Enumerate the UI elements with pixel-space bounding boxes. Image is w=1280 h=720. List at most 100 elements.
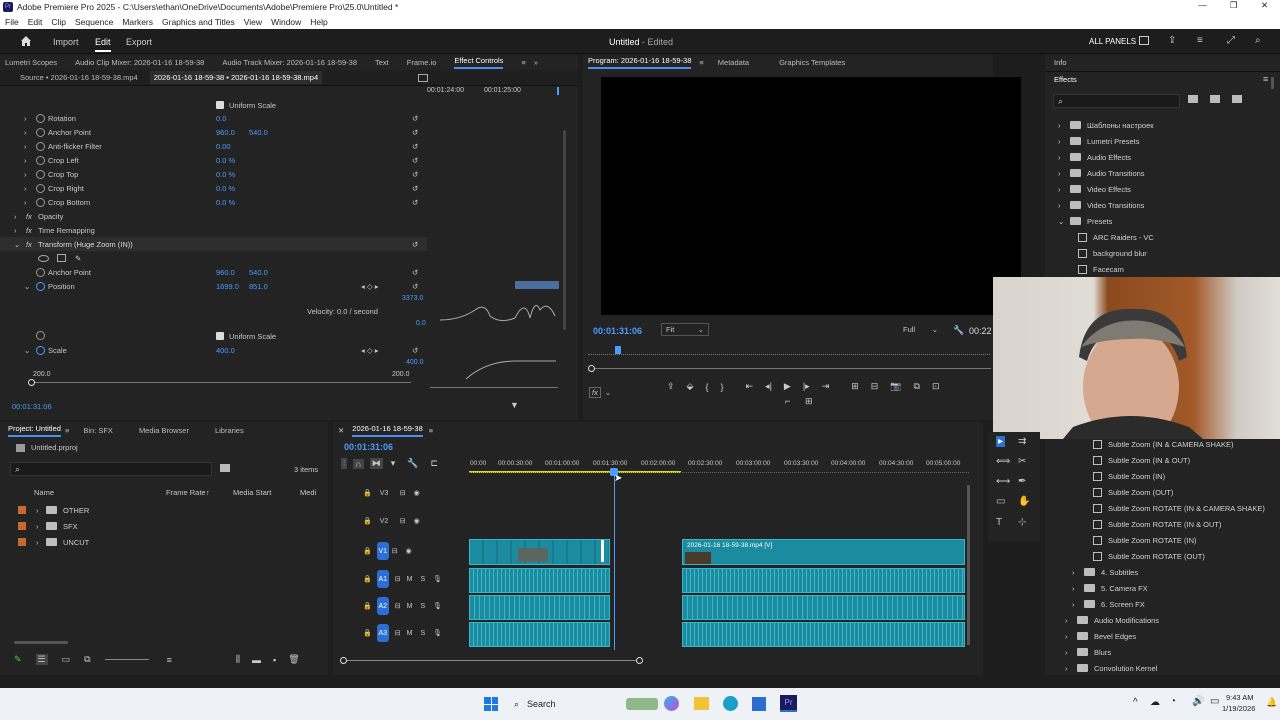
tab-frameio[interactable]: Frame.io — [407, 58, 437, 67]
sync-icon[interactable]: ⊟ — [400, 489, 406, 497]
tab-project[interactable]: Project: Untitled — [8, 424, 61, 437]
automate-icon[interactable]: ⫼ — [236, 654, 240, 665]
stopwatch-icon[interactable] — [36, 267, 45, 277]
mic-icon[interactable]: 🎙 — [433, 629, 442, 637]
tab-libraries[interactable]: Libraries — [215, 426, 244, 435]
settings-wrench-icon[interactable]: 🔧 — [407, 458, 418, 469]
fx-dropdown[interactable]: fx ⌄ — [589, 387, 611, 398]
project-hscrollbar[interactable] — [14, 641, 68, 644]
timeline-vscroll[interactable] — [967, 485, 970, 645]
notification-icon[interactable]: 🔔 — [1266, 697, 1277, 708]
reset-icon[interactable]: ↺ — [412, 128, 418, 137]
filter-icon[interactable]: ▼ — [510, 400, 519, 410]
compare-icon[interactable]: ⧉ — [914, 381, 920, 392]
track-select-icon[interactable]: ⇉ — [1018, 436, 1026, 447]
tab-effects[interactable]: Effects — [1054, 75, 1077, 84]
audio-clip-a3-1[interactable] — [469, 622, 610, 647]
store-icon[interactable] — [752, 697, 766, 711]
go-to-in-icon[interactable]: ⇤ — [746, 381, 754, 392]
panel-icon[interactable] — [1139, 36, 1149, 45]
timeline-playhead[interactable] — [614, 470, 615, 650]
sync-icon[interactable]: ⊟ — [400, 517, 406, 525]
sequence-menu-icon[interactable]: ≡ — [429, 426, 433, 435]
sync-icon[interactable]: ⊟ — [395, 575, 401, 583]
prop-value[interactable]: 0.0 % — [216, 170, 235, 179]
volume-icon[interactable]: 🔊 — [1192, 696, 1204, 707]
sync-icon[interactable]: ⊟ — [395, 629, 401, 637]
tree-item[interactable]: Subtle Zoom ROTATE (OUT) — [1045, 548, 1265, 564]
audio-clip-a3-2[interactable] — [682, 622, 965, 647]
tab-effect-controls[interactable]: Effect Controls — [454, 56, 504, 69]
prop-value[interactable]: 0.0 % — [216, 184, 235, 193]
tab-text[interactable]: Text — [375, 58, 389, 67]
stopwatch-icon[interactable] — [36, 281, 45, 291]
uniform-scale-checkbox[interactable] — [216, 101, 224, 109]
play-icon[interactable]: ▶ — [784, 381, 791, 392]
timeline-ruler[interactable]: 00:00 00:00:30:00 00:01:00:00 00:01:30:0… — [469, 458, 969, 478]
time-remapping-row[interactable]: › fx Time Remapping — [0, 223, 427, 237]
sequence-tab-label[interactable]: 2026-01-16 18-59-38 — [352, 424, 423, 437]
prop-value[interactable]: 0.0 — [216, 114, 226, 123]
tab-metadata[interactable]: Metadata — [718, 58, 749, 67]
prop-value[interactable]: 0.00 — [216, 142, 231, 151]
close-tab-icon[interactable]: ✕ — [338, 426, 344, 435]
nest-icon[interactable]: ⫶ — [341, 458, 348, 469]
start-icon[interactable] — [484, 697, 498, 711]
clip-end-marker[interactable] — [601, 540, 604, 562]
program-zoom-bar[interactable] — [591, 368, 991, 369]
mark-out-icon[interactable]: } — [720, 382, 723, 392]
sort-icon[interactable]: ≡ — [167, 655, 172, 665]
import-tab[interactable]: Import — [53, 37, 79, 47]
tab-bin-sfx[interactable]: Bin: SFX — [83, 426, 113, 435]
tree-item[interactable]: › Lumetri Presets — [1045, 133, 1265, 149]
stopwatch-icon[interactable] — [36, 183, 45, 193]
velocity-graph[interactable] — [430, 288, 560, 328]
audio-clip-a2-1[interactable] — [469, 595, 610, 620]
tree-item[interactable]: Subtle Zoom (IN & OUT) — [1045, 452, 1265, 468]
snap-icon[interactable]: ∩ — [353, 458, 364, 469]
menu-view[interactable]: View — [244, 17, 262, 27]
ellipse-mask-icon[interactable] — [38, 254, 49, 262]
tree-item[interactable]: › 4. Subtitles — [1045, 564, 1265, 580]
tree-item[interactable]: ⌄ Presets — [1045, 213, 1265, 229]
tab-audio-clip-mixer[interactable]: Audio Clip Mixer: 2026-01-16 18-59-38 — [75, 58, 204, 67]
button-editor-icon[interactable]: ⊡ — [932, 381, 940, 392]
audio-clip-a2-2[interactable] — [682, 595, 965, 620]
stopwatch-icon[interactable] — [36, 141, 45, 151]
lock-icon[interactable]: 🔒 — [363, 547, 372, 555]
tray-chevron-icon[interactable]: ^ — [1133, 697, 1138, 708]
share-icon[interactable]: ⇪ — [1168, 35, 1176, 46]
tab-graphics-templates[interactable]: Graphics Templates — [779, 58, 845, 67]
col-frame-rate[interactable]: Frame Rate — [166, 488, 206, 497]
vertical-scrollbar[interactable] — [563, 130, 566, 330]
rect-mask-icon[interactable] — [57, 254, 66, 262]
effects-search[interactable]: ⌕ — [1053, 94, 1180, 108]
menu-markers[interactable]: Markers — [122, 17, 153, 27]
hand-tool-icon[interactable]: ✋ — [1018, 496, 1030, 507]
project-row[interactable]: › OTHER — [0, 502, 328, 518]
prop-value[interactable]: 1699.0 — [216, 282, 239, 291]
type-tool-icon[interactable]: T — [996, 517, 1002, 528]
mic-icon[interactable]: 🎙 — [433, 602, 442, 610]
tab-info[interactable]: Info — [1054, 58, 1067, 67]
pen-tool-icon[interactable]: ✒ — [1018, 476, 1026, 487]
reset-icon[interactable]: ↺ — [412, 240, 418, 249]
eye-icon[interactable]: ◉ — [414, 517, 420, 525]
rectangle-tool-icon[interactable]: ▭ — [996, 496, 1005, 507]
stopwatch-icon[interactable] — [36, 155, 45, 165]
tree-item[interactable]: › Audio Transitions — [1045, 165, 1265, 181]
search-icon[interactable]: ⌕ — [1255, 35, 1261, 46]
menu-icon[interactable]: ≡ — [1197, 35, 1203, 46]
accelerated-icon[interactable] — [1210, 95, 1220, 103]
new-item-icon[interactable]: ▪ — [273, 655, 276, 665]
source-patch[interactable]: A1 — [376, 570, 389, 588]
step-back-icon[interactable]: ◂| — [765, 381, 772, 392]
new-bin-icon[interactable]: ▬ — [252, 655, 261, 665]
tab-media-browser[interactable]: Media Browser — [139, 426, 189, 435]
prop-value[interactable]: 0.0 % — [216, 156, 235, 165]
scale-value[interactable]: 400.0 — [216, 346, 235, 355]
export-tab[interactable]: Export — [126, 37, 152, 47]
tree-item[interactable]: › Blurs — [1045, 644, 1265, 660]
quality-dropdown[interactable]: Full ⌄ — [899, 323, 942, 336]
menu-graphics[interactable]: Graphics and Titles — [162, 17, 235, 27]
